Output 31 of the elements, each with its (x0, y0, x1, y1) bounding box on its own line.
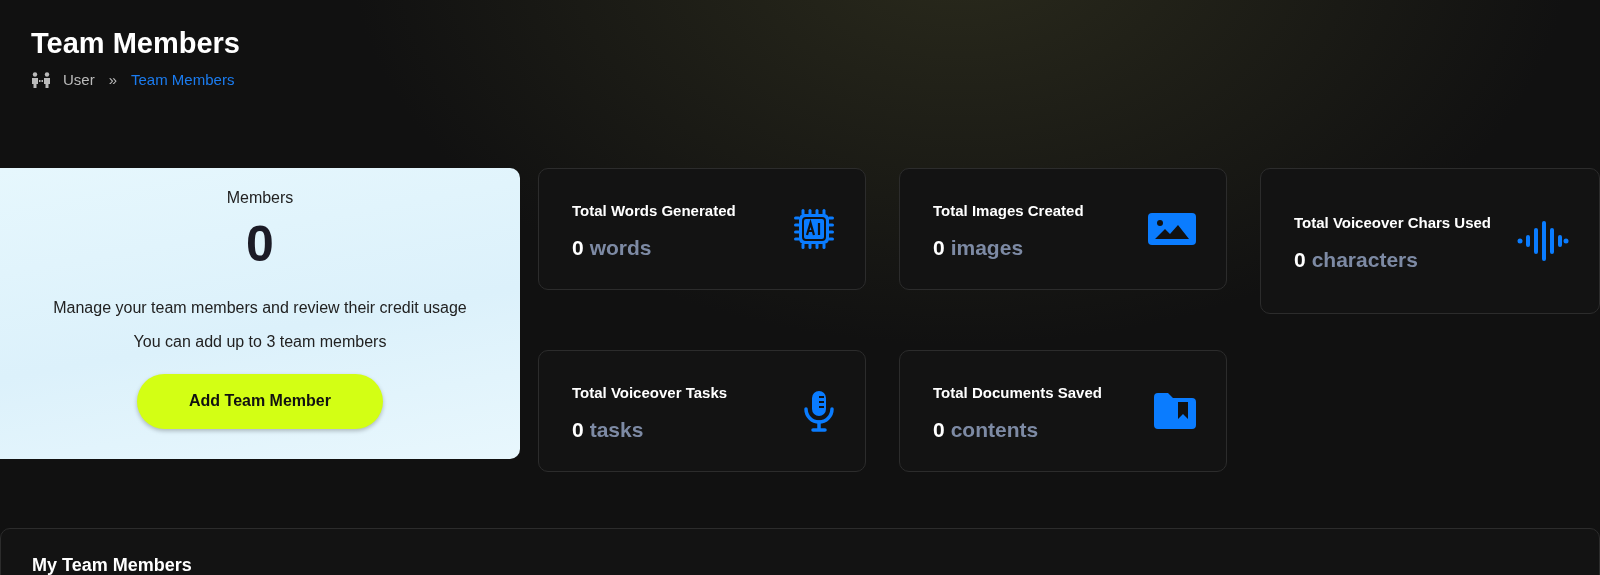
breadcrumb-link[interactable]: Team Members (131, 69, 235, 92)
add-team-member-button[interactable]: Add Team Member (137, 373, 383, 429)
stat-value: 0 (1294, 249, 1306, 270)
stat-unit: characters (1311, 249, 1418, 270)
stat-title: Total Voiceover Chars Used (1294, 213, 1491, 233)
breadcrumb-separator: » (107, 70, 118, 90)
stat-unit: images (950, 237, 1024, 258)
page-title: Team Members (31, 27, 241, 59)
stat-unit: contents (950, 419, 1039, 440)
stat-title: Total Images Created (933, 201, 1084, 221)
ai-chip-icon (793, 207, 835, 250)
breadcrumb-link[interactable]: User (63, 69, 95, 92)
members-label: Members (226, 187, 294, 208)
stat-title: Total Words Generated (572, 201, 736, 221)
members-count: 0 (246, 214, 274, 274)
stat-value: 0 (933, 419, 945, 440)
stat-title: Total Voiceover Tasks (572, 383, 728, 403)
members-description: Manage your team members and review their credit usage (53, 297, 467, 318)
waveform-icon (1517, 219, 1569, 262)
stat-unit: tasks (589, 419, 644, 440)
stat-value: 0 (933, 237, 945, 258)
panel-title: My Team Members (32, 553, 193, 575)
stat-title: Total Documents Saved (933, 383, 1102, 403)
microphone-icon (803, 389, 835, 432)
stat-unit: words (589, 237, 652, 258)
stat-value: 0 (572, 419, 584, 440)
members-limit-note: You can add up to 3 team members (133, 331, 387, 352)
folder-bookmark-icon (1154, 392, 1196, 429)
stat-value: 0 (572, 237, 584, 258)
image-icon (1148, 212, 1196, 245)
people-icon (31, 72, 51, 89)
